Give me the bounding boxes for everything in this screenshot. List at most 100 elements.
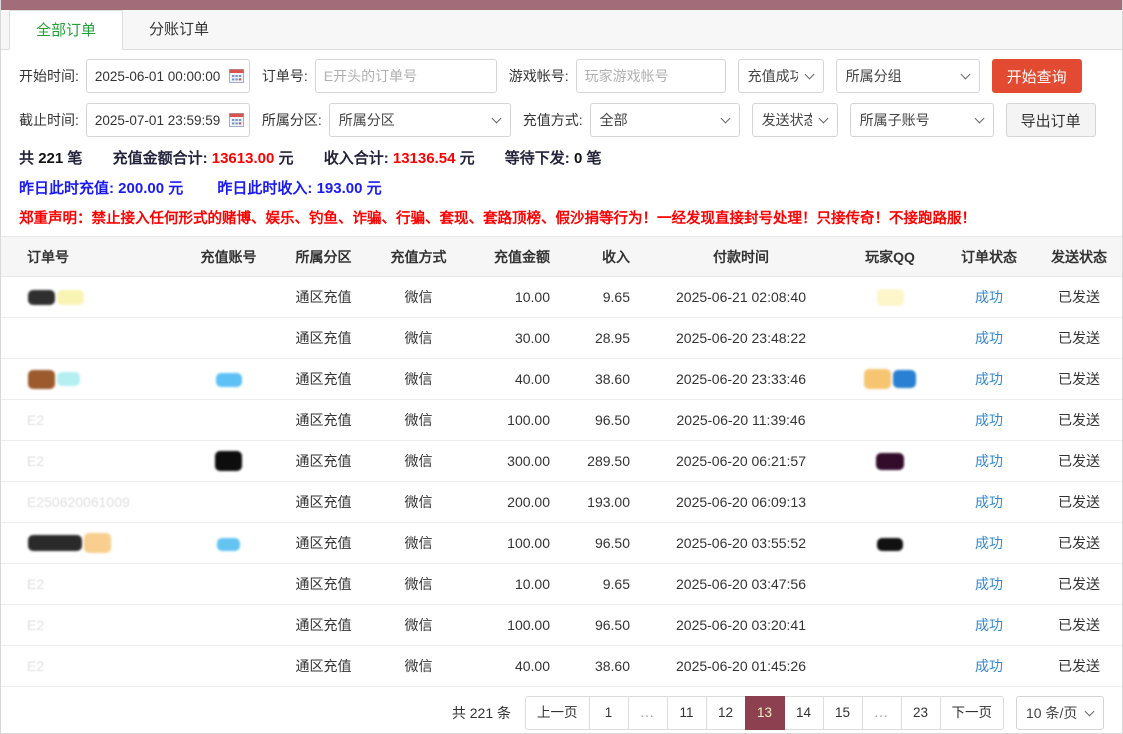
order-status-link[interactable]: 成功 [975, 617, 1003, 633]
amount-cell: 10.00 [466, 564, 566, 605]
send-status-cell: 已发送 [1034, 441, 1123, 482]
order-status-cell: 成功 [944, 400, 1034, 441]
send-status-cell: 已发送 [1034, 523, 1123, 564]
partition-cell: 通区充值 [276, 646, 371, 687]
send-status-cell: 已发送 [1034, 277, 1123, 318]
method-cell: 微信 [371, 564, 466, 605]
partition-cell: 通区充值 [276, 523, 371, 564]
income-cell: 9.65 [566, 564, 646, 605]
pay-time-cell: 2025-06-20 06:09:13 [646, 482, 836, 523]
redaction-blob [215, 451, 242, 471]
partition-cell: 通区充值 [276, 605, 371, 646]
order-status-link[interactable]: 成功 [975, 412, 1003, 428]
page-button[interactable]: 23 [901, 696, 941, 730]
partition-select[interactable]: 所属分区 [329, 103, 511, 137]
recharge-status-select[interactable]: 充值成功 [738, 59, 824, 93]
order-status-link[interactable]: 成功 [975, 494, 1003, 510]
calendar-icon[interactable] [229, 112, 244, 127]
page-button[interactable]: 15 [823, 696, 863, 730]
page-button[interactable]: 1 [589, 696, 629, 730]
order-number-faint: E250620061009 [27, 494, 130, 510]
pay-time-cell: 2025-06-20 01:45:26 [646, 646, 836, 687]
player-qq-cell [836, 359, 944, 400]
page-button[interactable]: 11 [667, 696, 707, 730]
chevron-down-icon [491, 113, 501, 123]
group-select[interactable]: 所属分组 [836, 59, 980, 93]
income-cell: 193.00 [566, 482, 646, 523]
recharge-account-cell [181, 277, 276, 318]
page-button[interactable]: 12 [706, 696, 746, 730]
amount-cell: 40.00 [466, 646, 566, 687]
pay-time-cell: 2025-06-20 03:55:52 [646, 523, 836, 564]
order-number-cell: E250620061009 [1, 482, 181, 523]
order-status-cell: 成功 [944, 441, 1034, 482]
method-cell: 微信 [371, 318, 466, 359]
amount-cell: 200.00 [466, 482, 566, 523]
income-cell: 96.50 [566, 523, 646, 564]
start-time-field [86, 59, 250, 93]
game-account-input[interactable] [576, 59, 726, 93]
order-status-cell: 成功 [944, 523, 1034, 564]
recharge-account-cell [181, 441, 276, 482]
page-button[interactable]: 14 [784, 696, 824, 730]
send-status-cell: 已发送 [1034, 482, 1123, 523]
send-status-cell: 已发送 [1034, 646, 1123, 687]
group-select-value: 所属分组 [846, 66, 902, 86]
page-button-current[interactable]: 13 [745, 696, 785, 730]
redaction-blob [28, 370, 55, 389]
order-status-link[interactable]: 成功 [975, 453, 1003, 469]
end-time-input[interactable] [86, 103, 250, 137]
method-select[interactable]: 全部 [590, 103, 740, 137]
total-orders-count: 221 [38, 150, 63, 167]
chevron-down-icon [1085, 706, 1095, 716]
next-page-button[interactable]: 下一页 [940, 696, 1005, 730]
order-status-link[interactable]: 成功 [975, 371, 1003, 387]
prev-page-button[interactable]: 上一页 [525, 696, 590, 730]
export-button[interactable]: 导出订单 [1006, 103, 1096, 137]
method-cell: 微信 [371, 277, 466, 318]
order-number-cell [1, 318, 181, 359]
chevron-down-icon [720, 113, 730, 123]
send-status-cell: 已发送 [1034, 359, 1123, 400]
tab-all-orders[interactable]: 全部订单 [9, 10, 123, 50]
order-no-input[interactable] [315, 59, 497, 93]
amount-cell: 40.00 [466, 359, 566, 400]
pending-dispatch-count: 0 [574, 150, 582, 167]
amount-cell: 100.00 [466, 605, 566, 646]
amount-cell: 300.00 [466, 441, 566, 482]
order-number-faint: E2 [27, 617, 44, 633]
end-time-label: 截止时间: [19, 110, 79, 130]
column-header: 所属分区 [276, 237, 371, 277]
yesterday-recharge: 昨日此时充值: 200.00 元 [19, 180, 187, 197]
send-status-cell: 已发送 [1034, 400, 1123, 441]
start-time-input[interactable] [86, 59, 250, 93]
order-number-cell [1, 523, 181, 564]
send-status-select[interactable]: 发送状态 [752, 103, 838, 137]
send-status-cell: 已发送 [1034, 605, 1123, 646]
order-status-link[interactable]: 成功 [975, 576, 1003, 592]
order-status-link[interactable]: 成功 [975, 658, 1003, 674]
player-qq-cell [836, 482, 944, 523]
redaction-blob [877, 289, 904, 306]
player-qq-cell [836, 523, 944, 564]
redaction-blob [877, 538, 903, 551]
order-status-link[interactable]: 成功 [975, 330, 1003, 346]
recharge-account-cell [181, 564, 276, 605]
table-row: E2通区充值微信300.00289.502025-06-20 06:21:57成… [1, 441, 1123, 482]
order-status-link[interactable]: 成功 [975, 289, 1003, 305]
yesterday-income-value: 193.00 [317, 180, 363, 197]
order-status-link[interactable]: 成功 [975, 535, 1003, 551]
sub-account-select[interactable]: 所属子账号 [850, 103, 994, 137]
tab-split-orders[interactable]: 分账订单 [123, 10, 235, 49]
calendar-icon[interactable] [229, 68, 244, 83]
search-button[interactable]: 开始查询 [992, 59, 1082, 93]
total-amount: 充值金额合计: 13613.00 元 [113, 150, 298, 167]
chevron-down-icon [974, 113, 984, 123]
order-no-label: 订单号: [262, 66, 308, 86]
column-header: 玩家QQ [836, 237, 944, 277]
redaction-blob [84, 533, 111, 553]
end-time-field [86, 103, 250, 137]
method-cell: 微信 [371, 646, 466, 687]
filter-panel: 开始时间: 订单号: 游戏帐号: 充值成功 所属分组 [1, 50, 1122, 137]
page-size-select[interactable]: 10 条/页 [1016, 696, 1104, 730]
